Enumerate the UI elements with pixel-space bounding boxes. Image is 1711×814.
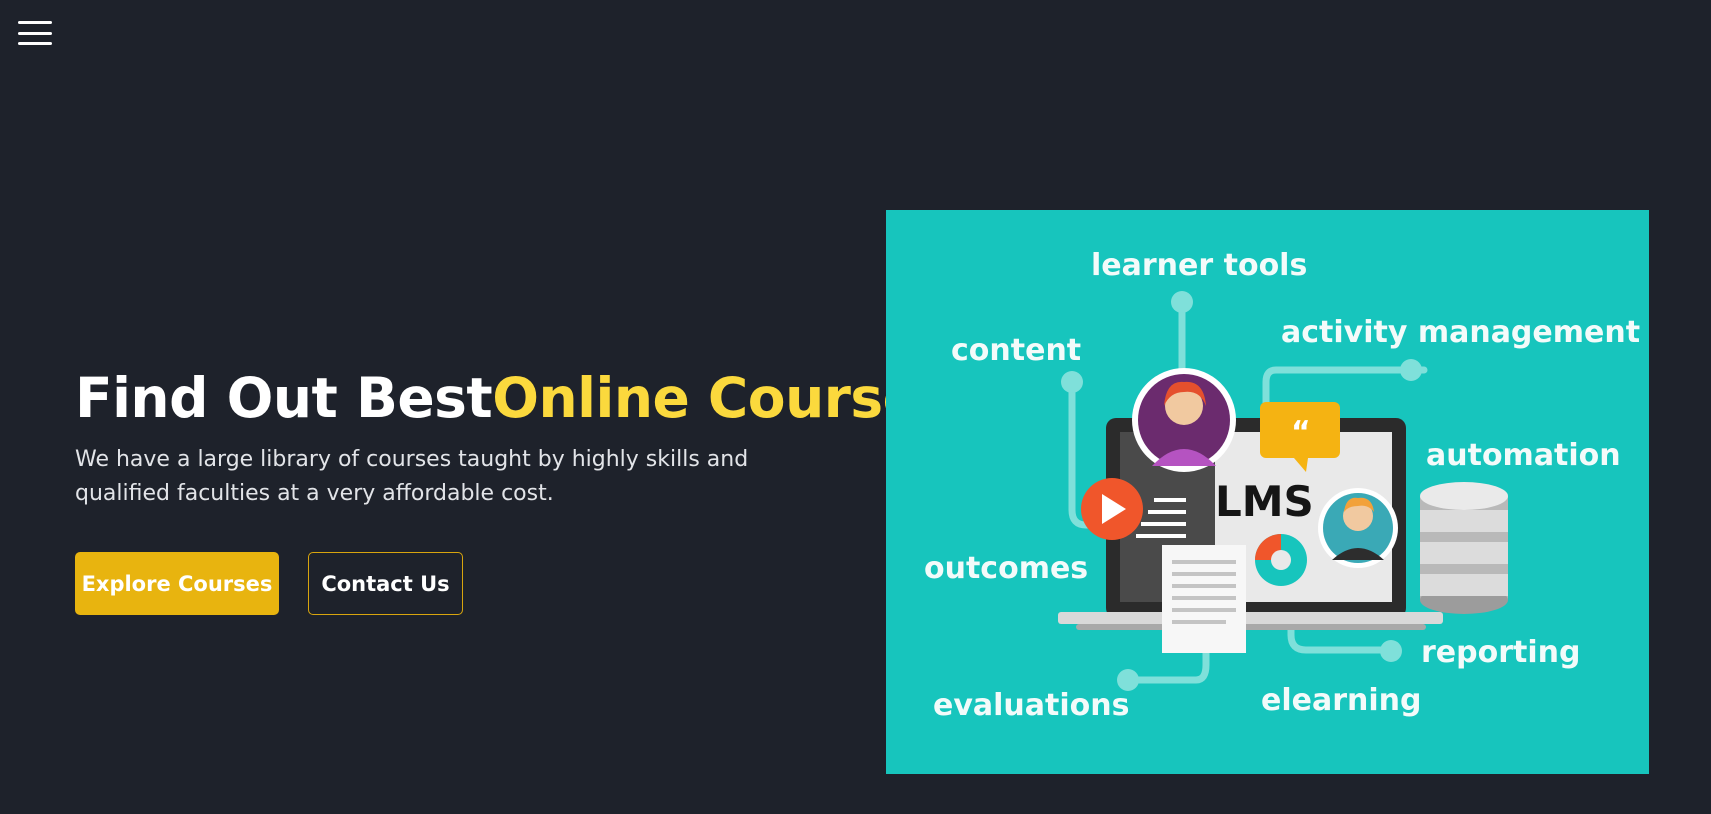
contact-us-button[interactable]: Contact Us — [308, 552, 463, 615]
hamburger-icon-line — [18, 21, 52, 24]
hamburger-menu-button[interactable] — [18, 19, 52, 47]
label-evaluations: evaluations — [933, 688, 1129, 723]
label-elearning: elearning — [1261, 683, 1422, 718]
hero-title-prefix: Find Out Best — [75, 366, 493, 430]
hero-title: Find Out BestOnline Courses — [75, 366, 952, 431]
lms-label: LMS — [1215, 477, 1314, 526]
lms-illustration: LMS “ learner tools content activity man… — [886, 210, 1649, 774]
hero-text: Find Out BestOnline Courses We have a la… — [75, 366, 952, 511]
database-icon — [1420, 482, 1508, 614]
document-icon — [1162, 545, 1246, 653]
label-learner-tools: learner tools — [1091, 248, 1307, 283]
label-content: content — [951, 333, 1081, 368]
label-activity-management: activity management — [1281, 315, 1640, 350]
lms-illustration-svg: LMS “ learner tools content activity man… — [924, 248, 1640, 723]
label-outcomes: outcomes — [924, 551, 1088, 586]
man-avatar-icon — [1318, 488, 1398, 568]
hero-title-accent: Online Courses — [492, 366, 952, 430]
play-icon — [1081, 478, 1143, 540]
explore-courses-button[interactable]: Explore Courses — [75, 552, 279, 615]
hamburger-icon-line — [18, 42, 52, 45]
hero-subtitle: We have a large library of courses taugh… — [75, 446, 749, 506]
hero-buttons: Explore Courses Contact Us — [75, 552, 463, 615]
hamburger-icon-line — [18, 31, 52, 35]
pie-chart-icon — [1255, 534, 1307, 586]
svg-text:“: “ — [1291, 415, 1311, 450]
woman-avatar-icon — [1132, 368, 1236, 472]
label-automation: automation — [1426, 438, 1621, 473]
label-reporting: reporting — [1421, 635, 1580, 670]
